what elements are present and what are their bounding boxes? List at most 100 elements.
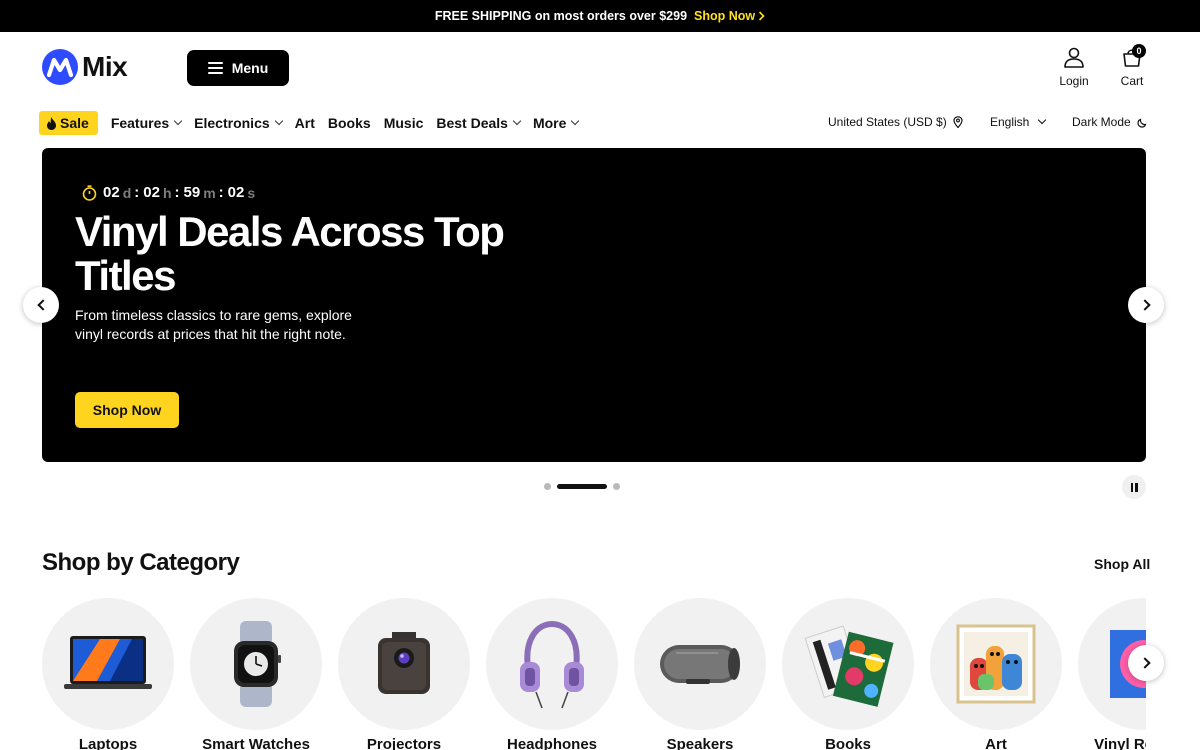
nav-item-label: Art (294, 115, 315, 131)
countdown-minutes: 59 (183, 184, 201, 201)
countdown-seconds-unit: s (247, 184, 256, 201)
category-image (930, 598, 1062, 730)
hero-banner: 02 d : 02 h : 59 m : 02 s Vinyl Deals Ac… (42, 148, 1146, 462)
dark-mode-label: Dark Mode (1072, 115, 1131, 129)
slider-pagination (544, 483, 620, 490)
nav-item-label: More (532, 115, 567, 131)
hamburger-icon (207, 62, 223, 74)
hero-next-button[interactable] (1128, 287, 1164, 323)
chevron-down-icon (571, 116, 580, 126)
nav-item-features[interactable]: Features (110, 115, 183, 131)
section-title: Shop by Category (42, 549, 240, 576)
nav-item-books[interactable]: Books (328, 115, 371, 131)
category-image (782, 598, 914, 730)
chevron-down-icon (274, 116, 283, 126)
language-label: English (990, 115, 1030, 129)
nav-item-electronics[interactable]: Electronics (194, 115, 283, 131)
chevron-down-icon (173, 116, 183, 126)
smartwatch-icon (234, 621, 281, 707)
category-carousel: Laptops Smart Watches Projectors Headpho… (42, 598, 1146, 750)
category-item-art[interactable]: Art (930, 598, 1062, 750)
category-item-books[interactable]: Books (782, 598, 914, 750)
art-icon (956, 624, 1036, 704)
shop-all-link[interactable]: Shop All (1094, 556, 1150, 572)
cart-button[interactable]: 0 Cart (1116, 44, 1148, 88)
category-name: Speakers (666, 736, 734, 750)
countdown-separator: : (174, 184, 180, 201)
language-selector[interactable]: English (990, 115, 1047, 129)
hero-prev-button[interactable] (23, 287, 59, 323)
dark-mode-toggle[interactable]: Dark Mode (1072, 115, 1148, 129)
chevron-left-icon (36, 299, 49, 311)
category-image (486, 598, 618, 730)
projector-icon (378, 632, 430, 694)
nav-item-music[interactable]: Music (384, 115, 424, 131)
category-name: Projectors (366, 736, 442, 750)
nav-item-label: Features (110, 115, 170, 131)
category-image (634, 598, 766, 730)
pause-icon-bar (1135, 482, 1138, 492)
hero-shop-now-button[interactable]: Shop Now (75, 392, 179, 428)
pause-icon-bar (1130, 482, 1133, 492)
book-icon (804, 625, 894, 707)
category-image (338, 598, 470, 730)
headphones-icon (520, 620, 584, 709)
category-item-laptops[interactable]: Laptops (42, 598, 174, 750)
login-label: Login (1059, 74, 1089, 88)
countdown-separator: : (218, 184, 224, 201)
announcement-shop-now-link[interactable]: Shop Now (694, 9, 765, 23)
nav-item-best-deals[interactable]: Best Deals (436, 115, 522, 131)
category-next-button[interactable] (1128, 645, 1164, 681)
announcement-bar: FREE SHIPPING on most orders over $299 S… (0, 0, 1200, 32)
category-name: Art (985, 736, 1007, 750)
cart-count-badge: 0 (1132, 44, 1146, 58)
announcement-text: FREE SHIPPING on most orders over $299 (434, 9, 688, 23)
category-name: Books (825, 736, 871, 750)
category-item-headphones[interactable]: Headphones (486, 598, 618, 750)
countdown-separator: : (134, 184, 140, 201)
hero-subtitle: From timeless classics to rare gems, exp… (75, 307, 352, 342)
chevron-right-icon (1138, 657, 1151, 669)
countdown-hours: 02 (143, 184, 160, 201)
login-button[interactable]: Login (1058, 46, 1090, 88)
category-name: Vinyl Records (1094, 736, 1146, 750)
logo-mark-icon (42, 49, 78, 85)
slide-dot-active[interactable] (557, 484, 607, 489)
category-image (190, 598, 322, 730)
site-logo[interactable]: Mix (42, 49, 128, 85)
category-item-speakers[interactable]: Speakers (634, 598, 766, 750)
category-item-projectors[interactable]: Projectors (338, 598, 470, 750)
menu-button[interactable]: Menu (187, 50, 289, 86)
chevron-right-icon (1138, 299, 1151, 311)
nav-item-more[interactable]: More (532, 115, 580, 131)
countdown-minutes-unit: m (203, 184, 216, 201)
nav-item-label: Books (327, 115, 371, 131)
flame-icon (47, 116, 56, 130)
nav-item-art[interactable]: Art (295, 115, 315, 131)
main-nav: Sale Features Electronics Art Books Musi… (39, 110, 591, 136)
stopwatch-icon (82, 184, 97, 201)
chevron-down-icon (512, 116, 522, 126)
logo-text: Mix (82, 51, 128, 82)
region-selector[interactable]: United States (USD $) (828, 115, 963, 129)
category-name: Headphones (506, 736, 597, 750)
cart-label: Cart (1120, 74, 1144, 88)
category-name: Laptops (78, 736, 138, 750)
menu-button-label: Menu (231, 60, 269, 76)
hero-title: Vinyl Deals Across Top Titles (75, 208, 505, 299)
chevron-down-icon (1038, 115, 1047, 125)
slide-dot[interactable] (544, 483, 551, 490)
slide-dot[interactable] (613, 483, 620, 490)
category-item-smart-watches[interactable]: Smart Watches (190, 598, 322, 750)
category-name: Smart Watches (202, 736, 310, 750)
region-label: United States (USD $) (828, 115, 947, 129)
nav-sale-link[interactable]: Sale (39, 111, 98, 135)
location-pin-icon (953, 116, 963, 128)
countdown-hours-unit: h (162, 184, 172, 201)
speaker-icon (660, 645, 740, 684)
nav-item-label: Electronics (194, 115, 270, 131)
announcement-link-label: Shop Now (694, 9, 756, 23)
slider-pause-button[interactable] (1122, 475, 1146, 499)
countdown-timer: 02 d : 02 h : 59 m : 02 s (82, 184, 258, 201)
user-icon (1064, 47, 1084, 68)
